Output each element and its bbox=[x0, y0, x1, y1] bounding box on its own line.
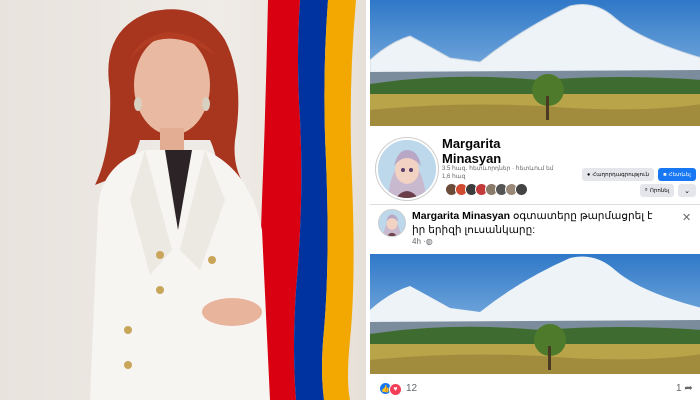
follow-icon: ■ bbox=[663, 171, 667, 178]
profile-meta: 3.5 հազ․ հետևորդներ · հետևում եմ 1,6 հազ bbox=[442, 165, 562, 181]
reactions-bar: 👍 ♥ 12 1 ➦ bbox=[370, 376, 700, 400]
share-icon: ➦ bbox=[684, 383, 693, 394]
post-image[interactable] bbox=[370, 254, 700, 374]
reaction-count[interactable]: 12 bbox=[406, 383, 417, 394]
search-button-label: Որոնել bbox=[649, 187, 670, 194]
post-text: Margarita Minasyan օգտատերը թարմացրել է … bbox=[412, 209, 662, 237]
armenian-flag bbox=[260, 0, 356, 400]
message-button[interactable]: ● Հաղորդագրություն bbox=[582, 168, 654, 181]
cover-photo bbox=[370, 0, 700, 126]
profile-name[interactable]: Margarita Minasyan bbox=[442, 136, 501, 166]
post-author-avatar[interactable] bbox=[378, 209, 406, 237]
friend-avatar[interactable] bbox=[515, 183, 528, 196]
message-button-label: Հաղորդագրություն bbox=[592, 171, 649, 178]
anime-avatar-illustration bbox=[378, 140, 436, 198]
chevron-down-icon: ⌄ bbox=[684, 187, 690, 195]
friends-count: 1,6 հազ bbox=[442, 174, 466, 180]
profile-avatar[interactable] bbox=[376, 138, 438, 200]
portrait-illustration bbox=[90, 0, 356, 400]
share-count-text: 1 bbox=[676, 383, 682, 394]
share-count[interactable]: 1 ➦ bbox=[676, 383, 693, 394]
more-button[interactable]: ⌄ bbox=[678, 184, 696, 197]
search-icon: ⌕ bbox=[644, 187, 648, 193]
facebook-screenshot: Margarita Minasyan 3.5 հազ․ հետևորդներ ·… bbox=[366, 0, 700, 400]
followers-text: 3.5 հազ․ հետևորդներ · հետևում եմ bbox=[442, 166, 554, 172]
follow-button[interactable]: ■ Հետևել bbox=[658, 168, 696, 181]
portrait-photo bbox=[0, 0, 366, 400]
post-header: Margarita Minasyan օգտատերը թարմացրել է … bbox=[370, 204, 700, 255]
mount-ararat-illustration bbox=[370, 0, 700, 126]
profile-header: Margarita Minasyan 3.5 հազ․ հետևորդներ ·… bbox=[370, 126, 700, 204]
post-time-text: 4h bbox=[412, 237, 421, 246]
profile-name-line1: Margarita bbox=[442, 136, 501, 151]
post-author-name[interactable]: Margarita Minasyan bbox=[412, 210, 510, 222]
follow-button-label: Հետևել bbox=[668, 171, 691, 178]
love-icon[interactable]: ♥ bbox=[389, 383, 402, 396]
search-button[interactable]: ⌕ Որոնել bbox=[640, 184, 674, 197]
globe-icon: ·◍ bbox=[423, 237, 433, 246]
profile-name-line2: Minasyan bbox=[442, 151, 502, 166]
anime-avatar-small bbox=[379, 210, 405, 236]
messenger-icon: ● bbox=[587, 171, 591, 178]
friend-avatars[interactable] bbox=[445, 183, 528, 196]
mount-ararat-post-illustration bbox=[370, 254, 700, 374]
close-icon[interactable]: ✕ bbox=[682, 211, 691, 224]
post-timestamp[interactable]: 4h ·◍ bbox=[412, 237, 433, 246]
